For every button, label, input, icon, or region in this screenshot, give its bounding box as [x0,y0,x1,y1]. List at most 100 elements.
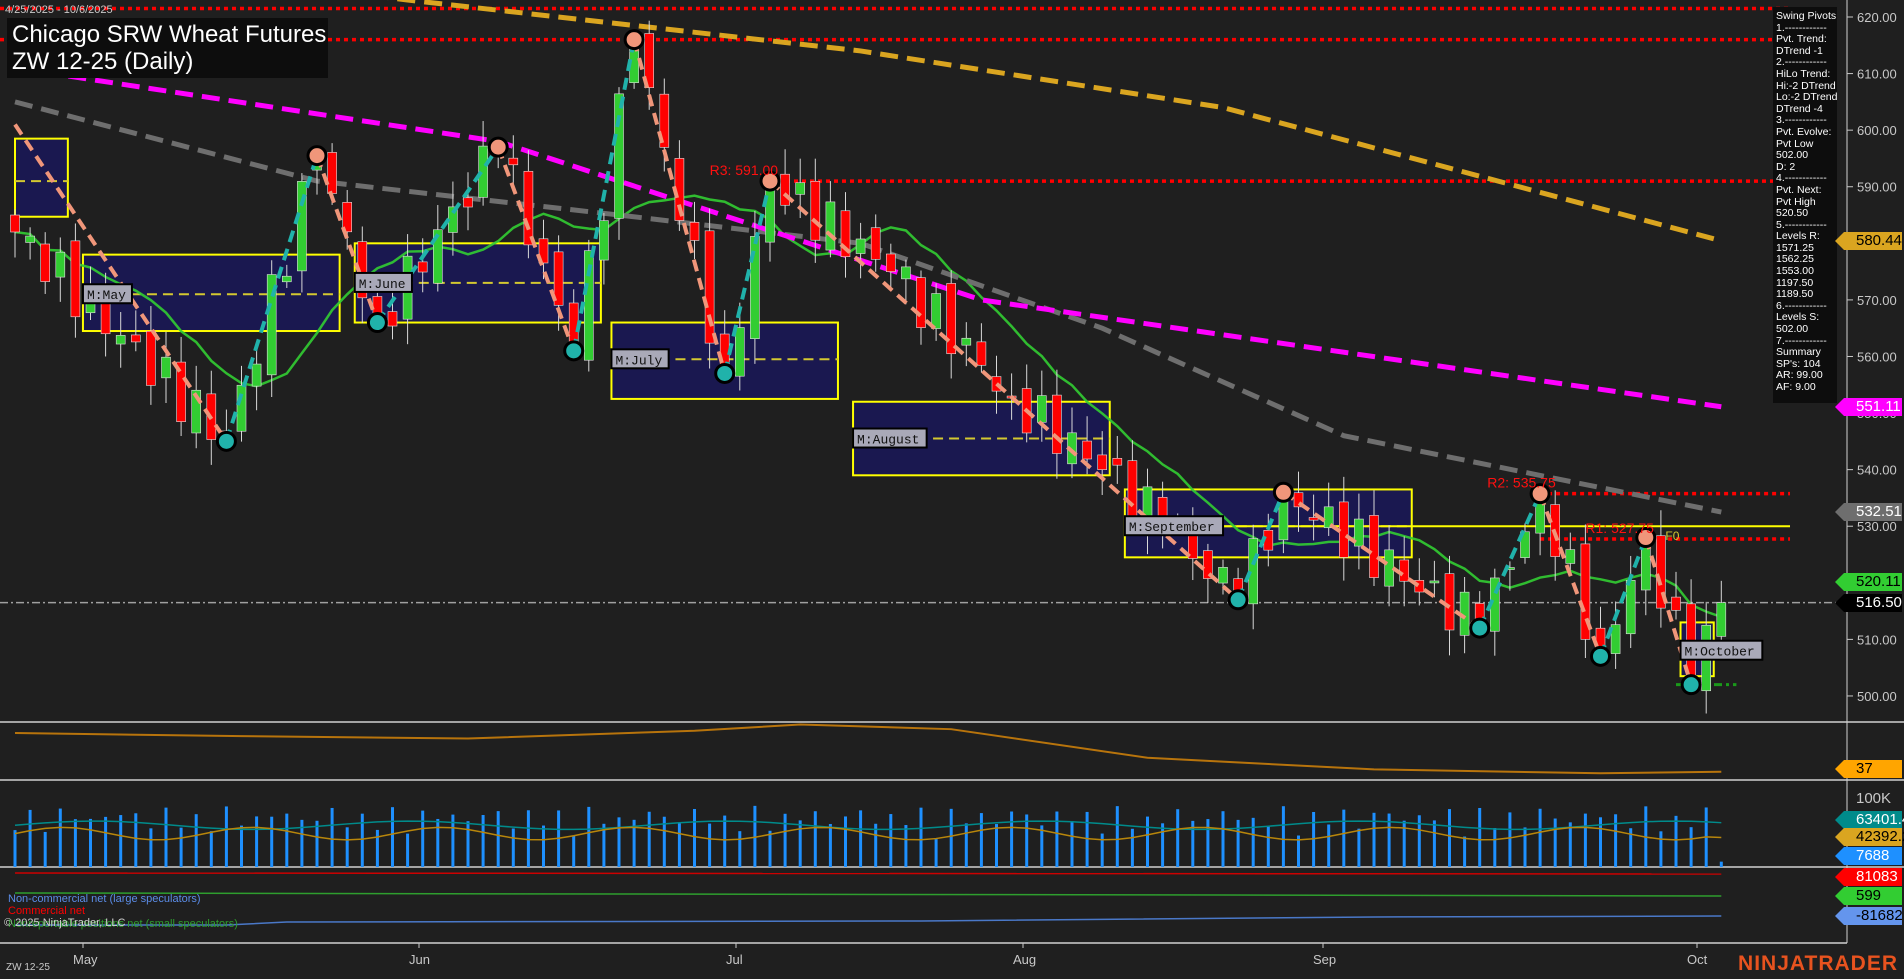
candle [1490,568,1500,656]
candle-body [40,243,51,282]
info-line: AF: 9.00 [1776,381,1816,393]
candle [463,172,473,231]
candle-body [55,251,66,278]
volume-bar [1583,813,1587,867]
candle-body [10,214,20,233]
x-tick-label: Sep [1313,952,1336,967]
volume-bar [738,831,742,867]
chart-title: Chicago SRW Wheat Futures [12,21,327,48]
candle-body [508,157,519,166]
candle-body [1671,596,1681,611]
candle [916,270,926,345]
volume-bar [194,814,198,867]
volume-bar [723,815,727,867]
y-tick-label: 530.00 [1857,519,1897,534]
info-line: Pvt. Next: [1776,183,1822,196]
volume-bar [693,808,696,867]
volume-bar [1674,815,1678,867]
y-tick-label: 540.00 [1857,463,1897,478]
volume-bar [436,818,440,867]
volume-bar [285,813,289,867]
volume-bar [677,823,681,867]
y-tick-label: 500.00 [1857,689,1897,704]
date-range: 4/25/2025 - 10/6/2025 [5,4,113,16]
volume-bar [1251,817,1255,867]
price-tag: 520.11 [1835,573,1902,592]
price-tag: 532.51 [1835,503,1902,522]
candle-body [1127,460,1138,523]
candle [70,223,81,338]
volume-bar [844,816,847,867]
swing-low-marker [366,312,388,334]
candle-body [161,356,171,379]
volume-bar [949,808,953,867]
value-area-label-text: M:June [359,277,406,292]
volume-bar [828,823,832,867]
info-line: 1553.00 [1776,265,1814,278]
candle-body [689,222,700,241]
volume-bar [1266,826,1270,867]
y-tick-label: 590.00 [1857,180,1897,195]
candle-body [1399,559,1409,582]
volume-bar [73,819,77,867]
indicator-tag: 100K [1856,790,1892,807]
info-line: Lo:-2 DTrend [1776,91,1838,104]
volume-bar [919,807,923,867]
ninjatrader-logo: NINJATRADER [1738,952,1898,975]
volume-bar [1493,828,1497,867]
volume-bar [481,815,485,867]
candle-body [1369,515,1379,578]
volume-bar [134,813,138,867]
volume-bar [89,818,92,867]
value-area-label-text: M:August [857,433,919,448]
candle-body [870,227,881,260]
candle [266,260,277,398]
candle [765,180,775,262]
volume-bar [934,839,938,867]
volume-bar [164,807,168,867]
candle-body [885,253,896,272]
swing-high-marker [1272,481,1294,503]
candle-body [327,152,337,194]
swing-low-marker [1680,674,1702,696]
candle-body [1444,573,1455,631]
volume-bar [1025,814,1029,867]
swing-low-marker [714,362,736,384]
info-line: HiLo Trend: [1776,67,1831,80]
candle-body [901,266,911,280]
volume-bar [1478,807,1482,867]
value-area-label: M:October [1679,639,1764,661]
x-tick-label: Jun [409,952,430,967]
noncommercial-net-line [15,915,1722,926]
value-area-label: M:August [852,427,928,449]
candle [1112,435,1123,484]
volume-bar [330,807,334,867]
candle [825,181,836,258]
swing-low-marker [1590,645,1611,667]
volume-bar [768,830,772,867]
volume-bar [1568,822,1572,867]
volume-bar [1146,816,1149,867]
indicator-tag: 7688 [1835,847,1902,865]
volume-bar [1281,806,1285,867]
volume-bar [345,827,349,867]
swing-high-marker [306,145,328,167]
candle [614,87,624,240]
volume-bar [1040,825,1044,867]
price-chart[interactable]: M:May M:June M:July M:August M:September M:Oc… [0,0,1904,979]
value-area-label: M:May [81,283,133,305]
price-tag: 551.11 [1835,397,1902,416]
candle [931,283,941,341]
volume-bar [28,809,32,867]
volume-bar [1070,821,1074,867]
volume-bar [1342,809,1346,867]
candle [1520,523,1530,564]
candle-body [70,240,81,318]
candle-body [1052,394,1062,454]
volume-bar [1357,828,1361,867]
candle-body [825,201,836,251]
volume-bar [904,825,908,867]
candle [251,347,262,411]
volume-bar [224,806,228,867]
candle-body [236,384,247,432]
